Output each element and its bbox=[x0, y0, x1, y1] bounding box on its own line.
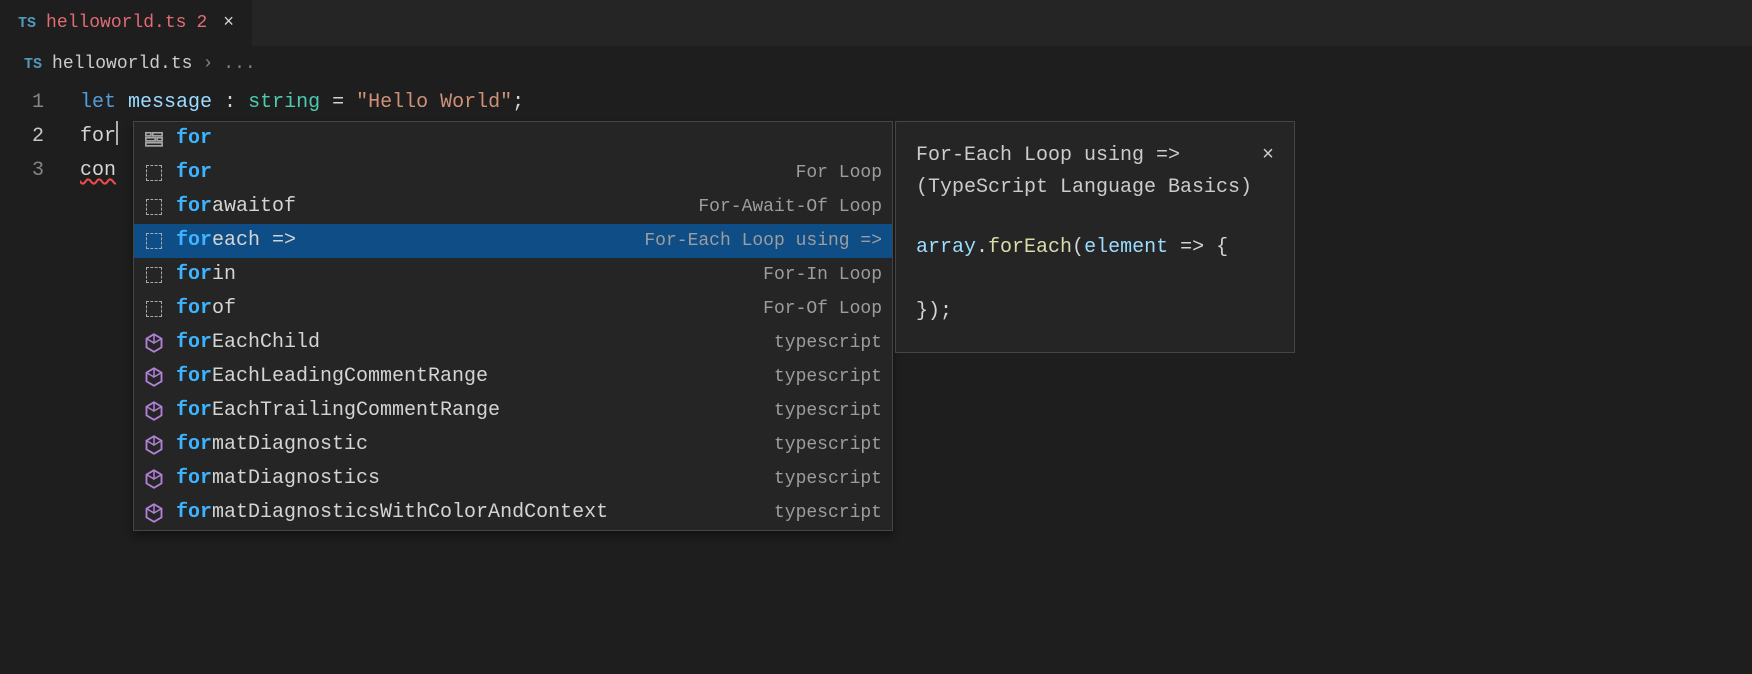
docs-code-snippet: array.forEach(element => { }); bbox=[916, 232, 1274, 328]
suggest-label: forEachChild bbox=[176, 326, 762, 360]
tab-problems-badge: 2 bbox=[196, 13, 207, 33]
method-icon bbox=[144, 367, 164, 387]
tab-close-button[interactable]: × bbox=[217, 13, 234, 33]
suggest-item[interactable]: for For Loop bbox=[134, 156, 892, 190]
suggest-label: formatDiagnostic bbox=[176, 428, 762, 462]
token-punct: . bbox=[976, 236, 988, 259]
breadcrumb[interactable]: TS helloworld.ts › ... bbox=[0, 46, 1752, 82]
chevron-right-icon: › bbox=[202, 54, 213, 74]
snippet-icon bbox=[144, 197, 164, 217]
token-method: forEach bbox=[988, 236, 1072, 259]
token-op: = bbox=[320, 91, 356, 114]
method-icon bbox=[144, 503, 164, 523]
breadcrumb-filename: helloworld.ts bbox=[52, 54, 192, 74]
token-error: con bbox=[80, 159, 116, 182]
method-icon bbox=[144, 435, 164, 455]
snippet-icon bbox=[144, 265, 164, 285]
line-number: 1 bbox=[0, 86, 44, 120]
line-number: 3 bbox=[0, 154, 44, 188]
suggest-detail: typescript bbox=[774, 394, 882, 428]
suggest-label: for bbox=[176, 156, 784, 190]
method-icon bbox=[144, 469, 164, 489]
suggest-detail: typescript bbox=[774, 326, 882, 360]
tab-bar: TS helloworld.ts 2 × bbox=[0, 0, 1752, 46]
suggest-label: foreach => bbox=[176, 224, 632, 258]
suggest-detail: typescript bbox=[774, 428, 882, 462]
token-param: element bbox=[1084, 236, 1168, 259]
token-punct: => { bbox=[1168, 236, 1228, 259]
suggest-item[interactable]: forawaitof For-Await-Of Loop bbox=[134, 190, 892, 224]
snippet-icon bbox=[144, 231, 164, 251]
suggest-item[interactable]: foreach => For-Each Loop using => bbox=[134, 224, 892, 258]
token-string: "Hello World" bbox=[356, 91, 512, 114]
suggest-detail: For-Of Loop bbox=[763, 292, 882, 326]
token-keyword: let bbox=[80, 91, 116, 114]
snippet-icon bbox=[144, 163, 164, 183]
token-punct: }); bbox=[916, 300, 952, 323]
suggest-item[interactable]: forin For-In Loop bbox=[134, 258, 892, 292]
suggest-item[interactable]: forEachLeadingCommentRange typescript bbox=[134, 360, 892, 394]
token-identifier: message bbox=[128, 91, 212, 114]
suggest-detail: typescript bbox=[774, 496, 882, 530]
typescript-file-icon: TS bbox=[18, 15, 36, 32]
suggest-label: forin bbox=[176, 258, 751, 292]
suggest-detail: typescript bbox=[774, 360, 882, 394]
suggest-detail: For-Await-Of Loop bbox=[698, 190, 882, 224]
suggest-item[interactable]: formatDiagnostic typescript bbox=[134, 428, 892, 462]
suggest-detail: For Loop bbox=[796, 156, 882, 190]
suggest-item[interactable]: for bbox=[134, 122, 892, 156]
suggest-detail: typescript bbox=[774, 462, 882, 496]
intellisense-documentation: For-Each Loop using => (TypeScript Langu… bbox=[895, 121, 1295, 353]
suggest-item[interactable]: forof For-Of Loop bbox=[134, 292, 892, 326]
suggest-label: forEachLeadingCommentRange bbox=[176, 360, 762, 394]
suggest-label: forEachTrailingCommentRange bbox=[176, 394, 762, 428]
method-icon bbox=[144, 333, 164, 353]
token-punct: ( bbox=[1072, 236, 1084, 259]
token-identifier: array bbox=[916, 236, 976, 259]
suggest-label: forawaitof bbox=[176, 190, 686, 224]
code-editor[interactable]: 1 2 3 let message : string = "Hello Worl… bbox=[0, 82, 1752, 188]
method-icon bbox=[144, 401, 164, 421]
intellisense-suggest-list[interactable]: forforFor LoopforawaitofFor-Await-Of Loo… bbox=[133, 121, 893, 531]
docs-close-button[interactable]: × bbox=[1254, 140, 1274, 172]
breadcrumb-more: ... bbox=[223, 54, 255, 74]
suggest-detail: For-In Loop bbox=[763, 258, 882, 292]
suggest-item[interactable]: forEachTrailingCommentRange typescript bbox=[134, 394, 892, 428]
typescript-file-icon: TS bbox=[24, 56, 42, 73]
snippet-icon bbox=[144, 299, 164, 319]
token-type: string bbox=[248, 91, 320, 114]
suggest-item[interactable]: formatDiagnostics typescript bbox=[134, 462, 892, 496]
suggest-label: for bbox=[176, 122, 882, 156]
token-typing: for bbox=[80, 125, 116, 148]
suggest-label: formatDiagnosticsWithColorAndContext bbox=[176, 496, 762, 530]
suggest-item[interactable]: forEachChild typescript bbox=[134, 326, 892, 360]
suggest-detail: For-Each Loop using => bbox=[644, 224, 882, 258]
token-op: : bbox=[212, 91, 248, 114]
keyword-icon bbox=[144, 129, 164, 149]
code-content[interactable]: let message : string = "Hello World"; fo… bbox=[80, 86, 1752, 188]
docs-title: For-Each Loop using => (TypeScript Langu… bbox=[916, 140, 1254, 204]
suggest-label: formatDiagnostics bbox=[176, 462, 762, 496]
line-number: 2 bbox=[0, 120, 44, 154]
text-cursor bbox=[116, 121, 118, 145]
tab-filename: helloworld.ts bbox=[46, 13, 186, 33]
editor-tab[interactable]: TS helloworld.ts 2 × bbox=[0, 0, 253, 46]
suggest-item[interactable]: formatDiagnosticsWithColorAndContext type… bbox=[134, 496, 892, 530]
suggest-label: forof bbox=[176, 292, 751, 326]
code-line[interactable]: let message : string = "Hello World"; bbox=[80, 86, 1752, 120]
line-number-gutter: 1 2 3 bbox=[0, 86, 80, 188]
token-punct: ; bbox=[512, 91, 524, 114]
